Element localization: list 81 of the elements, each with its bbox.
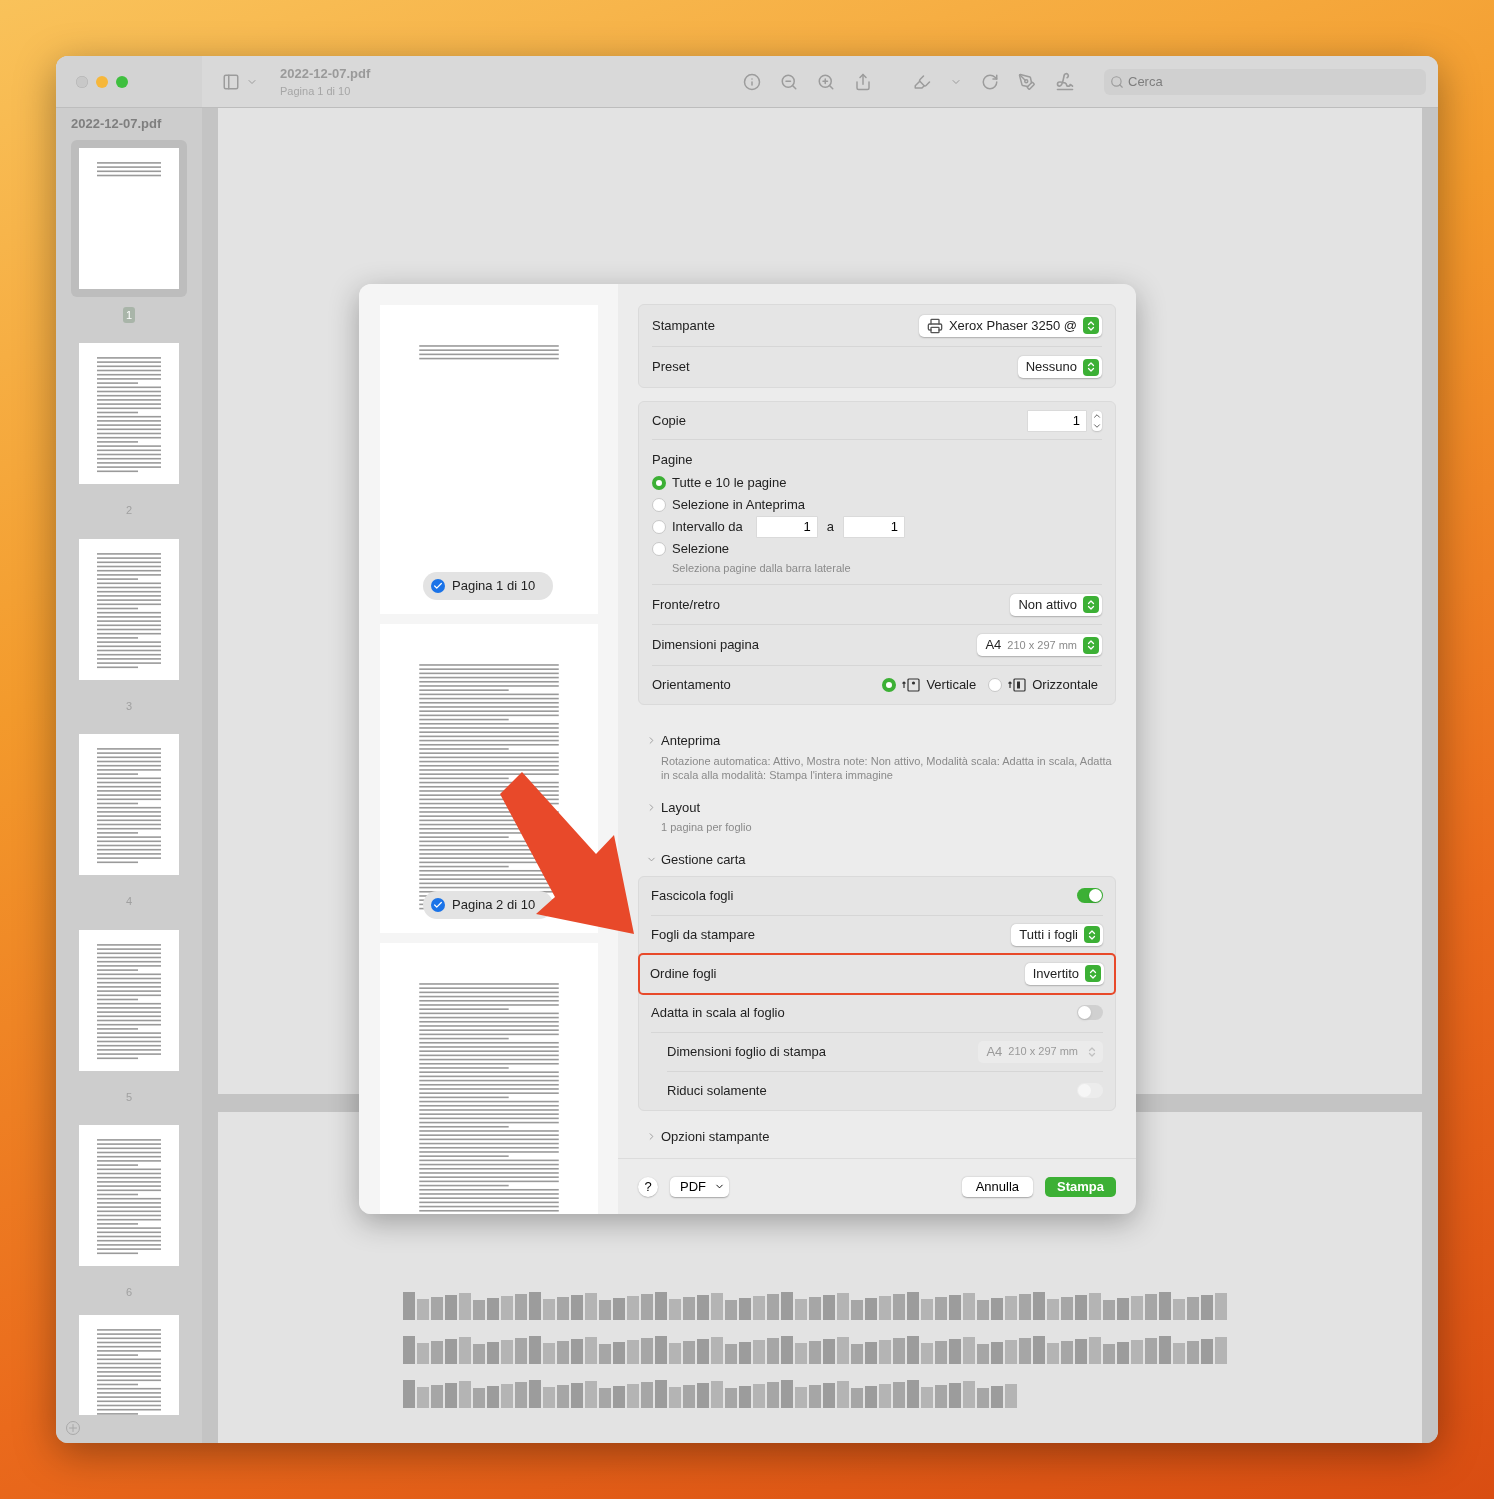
signature-icon[interactable] — [1055, 71, 1075, 92]
zoom-in-icon[interactable] — [817, 72, 835, 91]
section-summary: Rotazione automatica: Attivo, Mostra note: Non attivo, Modalità scala: Adatta in scala, Adatta in scala alla modalità: Stampa l'intera immagine — [660, 753, 1113, 782]
field-label: Dimensioni foglio di stampa — [667, 1042, 826, 1061]
range-separator: a — [826, 518, 835, 537]
number-field[interactable]: 1 — [756, 517, 817, 537]
hint-text: Seleziona pagine dalla barra laterale — [671, 560, 852, 576]
field-label: Selezione in Anteprima — [672, 496, 805, 515]
radio-button[interactable] — [652, 542, 666, 556]
field-label: Ordine fogli — [650, 964, 717, 983]
field-label: Copie — [652, 411, 686, 430]
section-header[interactable]: Anteprima — [646, 731, 1116, 751]
section-header[interactable]: Opzioni stampante — [646, 1126, 1116, 1146]
toggle-switch[interactable] — [1077, 888, 1103, 903]
page-number: 1 — [122, 306, 136, 323]
field-label: Tutte e 10 le pagine — [672, 474, 787, 493]
stepper-icon — [1083, 636, 1099, 654]
add-icon[interactable] — [66, 1421, 80, 1435]
stepper-icon — [1084, 926, 1100, 943]
info-icon[interactable] — [743, 72, 761, 91]
radio-button[interactable] — [652, 476, 666, 490]
popup-button[interactable]: A4 210 x 297 mm — [977, 634, 1102, 656]
stepper-icon — [1083, 596, 1099, 613]
search-icon — [1110, 74, 1124, 89]
page-label-pill[interactable]: Pagina 2 di 10 — [423, 891, 554, 919]
section-header[interactable]: Gestione carta — [646, 850, 1116, 870]
field-label: Verticale — [926, 676, 977, 695]
page-label: Pagina 1 di 10 — [452, 577, 536, 596]
document-title: 2022-12-07.pdf — [280, 64, 371, 83]
field-label: Orizzontale — [1032, 676, 1098, 695]
zoom-out-icon[interactable] — [780, 72, 798, 91]
pdf-menu-button[interactable]: PDF — [670, 1176, 729, 1197]
field-label: Selezione — [672, 540, 730, 559]
radio-button[interactable] — [988, 678, 1003, 692]
help-button[interactable]: ? — [638, 1176, 658, 1197]
field-label: Stampante — [652, 316, 715, 335]
landscape-icon — [1008, 678, 1027, 692]
field-label: Fronte/retro — [652, 595, 720, 614]
popup-button[interactable]: Nessuno — [1017, 356, 1102, 378]
number-field[interactable]: 1 — [1028, 410, 1086, 431]
stepper-icon — [1083, 317, 1099, 334]
field-label: Riduci solamente — [667, 1081, 767, 1100]
portrait-icon — [902, 678, 921, 692]
stepper-icon — [1085, 965, 1101, 982]
check-icon[interactable] — [431, 898, 445, 912]
zoom-button[interactable] — [116, 75, 128, 88]
sidebar-title: 2022-12-07.pdf — [70, 115, 162, 133]
field-label: Intervallo da — [672, 518, 743, 537]
section-summary: 1 pagina per foglio — [660, 820, 753, 834]
share-icon[interactable] — [854, 72, 872, 91]
field-label: Orientamento — [652, 676, 731, 695]
popup-button[interactable]: Xerox Phaser 3250 @ — [918, 314, 1102, 337]
number-field[interactable]: 1 — [844, 517, 905, 537]
rotate-icon[interactable] — [981, 72, 999, 91]
field-label: Pagine — [652, 451, 694, 469]
radio-button[interactable] — [652, 498, 666, 512]
printer-icon — [926, 317, 943, 334]
close-button[interactable] — [76, 75, 88, 88]
stepper-control[interactable] — [1092, 410, 1102, 431]
radio-button[interactable] — [882, 678, 897, 692]
popup-button[interactable]: Invertito — [1024, 962, 1104, 985]
toggle-switch[interactable] — [1077, 1005, 1103, 1020]
page-label: Pagina 2 di 10 — [452, 896, 536, 915]
page-label-pill[interactable]: Pagina 1 di 10 — [423, 572, 554, 600]
cancel-button[interactable]: Annulla — [961, 1176, 1034, 1197]
section-header[interactable]: Layout — [646, 797, 1116, 817]
field-label: Preset — [652, 358, 690, 377]
check-icon[interactable] — [431, 579, 445, 593]
field-label: Adatta in scala al foglio — [651, 1003, 785, 1022]
field-label: Fascicola fogli — [651, 886, 734, 905]
stepper-icon — [1083, 358, 1099, 376]
field-label: Fogli da stampare — [651, 925, 756, 944]
thumbnail-frame[interactable] — [71, 139, 187, 297]
field-label: Dimensioni pagina — [652, 636, 759, 655]
popup-button[interactable]: Tutti i fogli — [1011, 923, 1103, 946]
popup-button[interactable]: Non attivo — [1010, 593, 1102, 616]
radio-button[interactable] — [652, 520, 666, 534]
sidebar-icon[interactable] — [222, 72, 240, 91]
highlighter-icon[interactable] — [913, 72, 931, 91]
pen-icon[interactable] — [1018, 72, 1036, 91]
minimize-button[interactable] — [96, 75, 108, 88]
